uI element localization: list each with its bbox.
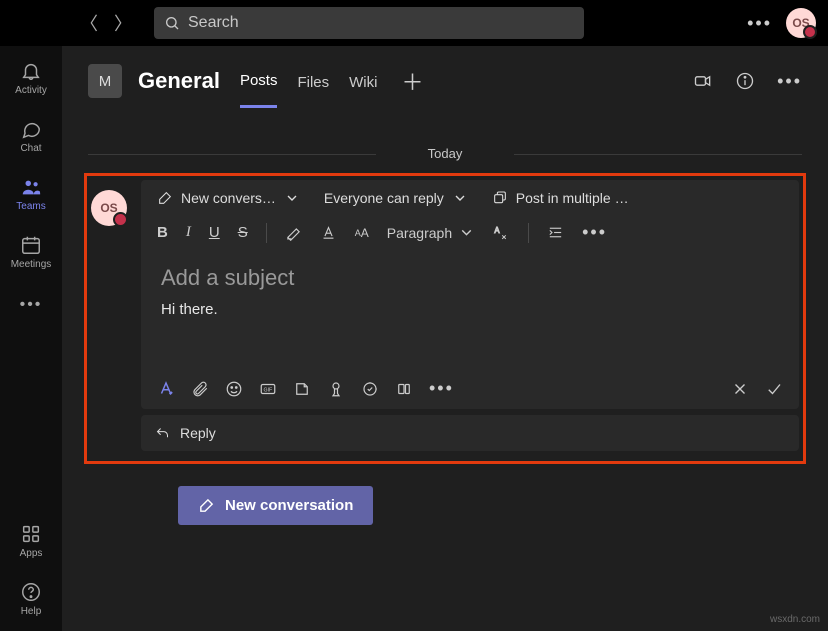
bell-icon xyxy=(20,60,42,82)
calendar-icon xyxy=(20,234,42,256)
sidebar-item-apps[interactable]: Apps xyxy=(20,523,43,559)
more-extensions-button[interactable]: ••• xyxy=(429,378,454,399)
channel-tabs: Posts Files Wiki ＋ xyxy=(240,54,428,108)
sidebar-item-meetings[interactable]: Meetings xyxy=(11,234,52,270)
more-options-button[interactable]: ••• xyxy=(747,13,772,34)
sidebar-item-label: Help xyxy=(21,606,42,617)
channel-more-button[interactable]: ••• xyxy=(777,71,802,92)
tab-files[interactable]: Files xyxy=(297,56,329,107)
stream-button[interactable] xyxy=(395,380,413,398)
chevron-down-icon xyxy=(458,224,475,241)
reply-label: Reply xyxy=(180,425,216,441)
emoji-button[interactable] xyxy=(225,380,243,398)
attach-button[interactable] xyxy=(191,380,209,398)
svg-text:A: A xyxy=(495,226,501,235)
info-icon[interactable] xyxy=(735,71,755,91)
highlight-button[interactable] xyxy=(285,224,302,241)
chevron-down-icon xyxy=(452,190,468,206)
composer-actions: GIF ••• xyxy=(141,368,799,409)
reply-permission-label: Everyone can reply xyxy=(324,190,444,206)
post-type-dropdown[interactable]: New convers… xyxy=(157,190,300,206)
team-avatar[interactable]: M xyxy=(88,64,122,98)
reply-icon xyxy=(155,426,170,441)
more-format-button[interactable]: ••• xyxy=(582,222,607,243)
channel-header: M General Posts Files Wiki ＋ ••• xyxy=(62,46,828,116)
gif-button[interactable]: GIF xyxy=(259,380,277,398)
tab-posts[interactable]: Posts xyxy=(240,54,278,108)
sidebar-item-activity[interactable]: Activity xyxy=(15,60,47,96)
nav-back-button[interactable]: 〈 xyxy=(72,6,106,40)
svg-text:GIF: GIF xyxy=(264,387,273,393)
new-conversation-button[interactable]: New conversation xyxy=(178,486,373,525)
new-conversation-label: New conversation xyxy=(225,497,353,514)
help-icon xyxy=(20,581,42,603)
search-placeholder: Search xyxy=(188,14,239,32)
bold-button[interactable]: B xyxy=(157,224,168,241)
subject-input[interactable]: Add a subject xyxy=(161,265,779,291)
discard-button[interactable] xyxy=(731,380,749,398)
italic-button[interactable]: I xyxy=(186,224,191,241)
composer-highlight: OS New convers… Everyone can reply Post … xyxy=(84,173,806,464)
add-tab-button[interactable]: ＋ xyxy=(397,65,427,97)
chat-icon xyxy=(20,118,42,140)
sidebar-item-help[interactable]: Help xyxy=(20,581,42,617)
search-input[interactable]: Search xyxy=(154,7,584,39)
reply-permission-dropdown[interactable]: Everyone can reply xyxy=(324,190,468,206)
post-multiple-channels-button[interactable]: Post in multiple … xyxy=(492,190,629,206)
indent-button[interactable] xyxy=(547,224,564,241)
sidebar-more-button[interactable]: ••• xyxy=(20,296,43,314)
sidebar-item-label: Teams xyxy=(16,201,45,212)
formatting-toolbar: B I U S AA Paragraph A ••• xyxy=(141,216,799,249)
separator xyxy=(528,223,529,243)
font-size-button[interactable]: AA xyxy=(355,226,369,240)
post-multiple-label: Post in multiple … xyxy=(516,190,629,206)
day-separator: Today xyxy=(62,146,828,161)
praise-button[interactable] xyxy=(327,380,345,398)
nav-forward-button[interactable]: 〉 xyxy=(106,6,140,40)
underline-button[interactable]: U xyxy=(209,224,220,241)
chevron-down-icon xyxy=(284,190,300,206)
approvals-button[interactable] xyxy=(361,380,379,398)
font-color-button[interactable] xyxy=(320,224,337,241)
sidebar-item-chat[interactable]: Chat xyxy=(20,118,42,154)
format-toggle-button[interactable] xyxy=(157,380,175,398)
multi-channel-icon xyxy=(492,190,508,206)
sidebar-item-label: Meetings xyxy=(11,259,52,270)
topbar: 〈 〉 Search ••• OS xyxy=(0,0,828,46)
meet-icon[interactable] xyxy=(693,71,713,91)
separator xyxy=(266,223,267,243)
teams-icon xyxy=(20,176,42,198)
avatar[interactable]: OS xyxy=(786,8,816,38)
compose-icon xyxy=(198,497,215,514)
watermark: wsxdn.com xyxy=(770,614,820,625)
clear-formatting-button[interactable]: A xyxy=(493,224,510,241)
strikethrough-button[interactable]: S xyxy=(238,224,248,241)
sidebar-item-label: Chat xyxy=(20,143,41,154)
paragraph-style-dropdown[interactable]: Paragraph xyxy=(387,224,475,241)
app-rail: Activity Chat Teams Meetings ••• Apps He… xyxy=(0,46,62,631)
message-body-input[interactable]: Hi there. xyxy=(161,301,779,318)
sidebar-item-teams[interactable]: Teams xyxy=(16,176,45,212)
apps-icon xyxy=(20,523,42,545)
send-button[interactable] xyxy=(765,380,783,398)
message-composer: New convers… Everyone can reply Post in … xyxy=(141,180,799,409)
compose-icon xyxy=(157,190,173,206)
reply-input[interactable]: Reply xyxy=(141,415,799,451)
channel-content: Today OS New convers… Everyone can reply xyxy=(62,116,828,631)
sender-avatar[interactable]: OS xyxy=(91,190,127,226)
channel-title: General xyxy=(138,68,220,94)
tab-wiki[interactable]: Wiki xyxy=(349,56,377,107)
sidebar-item-label: Apps xyxy=(20,548,43,559)
post-type-label: New convers… xyxy=(181,190,276,206)
sticker-button[interactable] xyxy=(293,380,311,398)
search-icon xyxy=(164,15,180,31)
sidebar-item-label: Activity xyxy=(15,85,47,96)
